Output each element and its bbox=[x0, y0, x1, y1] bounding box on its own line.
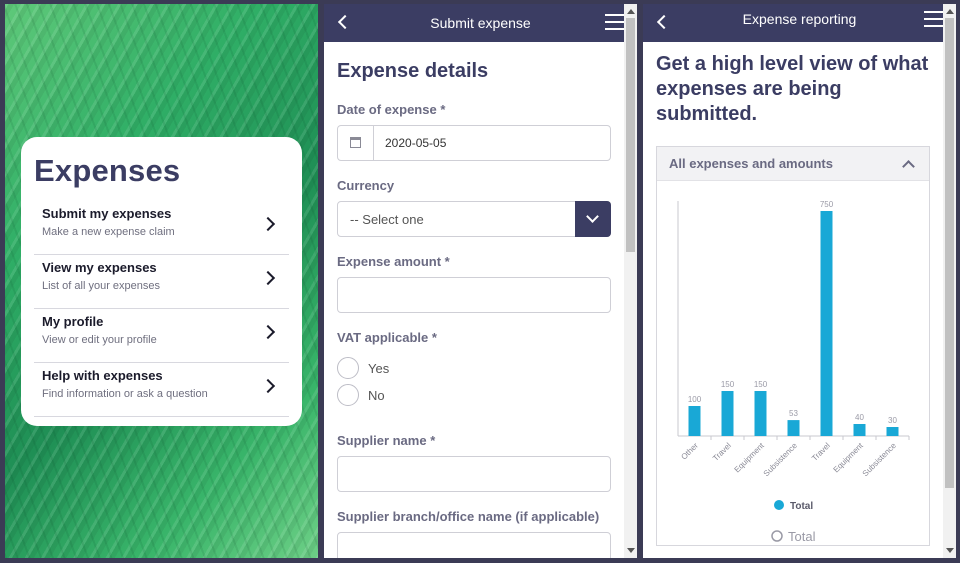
scroll-down-icon[interactable] bbox=[627, 548, 635, 553]
tick-label: Travel bbox=[810, 441, 832, 463]
screenshot-frame: Expenses Submit my expenses Make a new e… bbox=[0, 0, 960, 563]
data-label: 30 bbox=[888, 416, 897, 425]
amount-label: Expense amount * bbox=[337, 254, 450, 269]
bar bbox=[721, 391, 734, 436]
chart-panel-header[interactable]: All expenses and amounts bbox=[657, 147, 929, 181]
supplier-field[interactable] bbox=[337, 456, 611, 492]
header-title: Expense reporting bbox=[742, 11, 857, 27]
amount-field[interactable] bbox=[337, 277, 611, 313]
vat-no-label: No bbox=[368, 387, 385, 403]
data-label: 40 bbox=[855, 413, 864, 422]
report-heading: Get a high level view of what expenses a… bbox=[656, 53, 929, 125]
header-title: Submit expense bbox=[430, 15, 531, 31]
data-label: 750 bbox=[820, 200, 834, 209]
menu-item-subtitle: Find information or ask a question bbox=[42, 388, 208, 400]
bar bbox=[688, 406, 701, 436]
menu-item-title: My profile bbox=[42, 314, 104, 329]
menu-item-subtitle: View or edit your profile bbox=[42, 334, 157, 346]
header-bar: Expense reporting bbox=[643, 4, 956, 42]
chart-panel-title: All expenses and amounts bbox=[669, 156, 833, 171]
expense-form: Expense details Date of expense * 2020-0… bbox=[324, 42, 624, 558]
date-label: Date of expense * bbox=[337, 102, 446, 117]
tick-label: Travel bbox=[711, 441, 733, 463]
bar bbox=[787, 420, 800, 436]
tick-label: Equipment bbox=[733, 441, 767, 475]
scrollbar-thumb[interactable] bbox=[945, 18, 954, 488]
data-label: 53 bbox=[789, 409, 798, 418]
vat-yes-option[interactable]: Yes bbox=[337, 357, 611, 379]
scroll-up-icon[interactable] bbox=[627, 9, 635, 14]
scroll-up-icon[interactable] bbox=[946, 9, 954, 14]
legend-label: Total bbox=[790, 501, 813, 512]
vat-label: VAT applicable * bbox=[337, 330, 437, 345]
chart-panel: All expenses and amounts 100 Other 150 Trav… bbox=[656, 146, 930, 546]
scrollbar[interactable] bbox=[624, 4, 637, 558]
currency-dropdown-button[interactable] bbox=[575, 201, 611, 237]
vat-yes-radio[interactable] bbox=[337, 357, 359, 379]
menu-item-title: Submit my expenses bbox=[42, 206, 172, 221]
menu-item-subtitle: Make a new expense claim bbox=[42, 226, 175, 238]
menu-item-help[interactable]: Help with expenses Find information or a… bbox=[34, 363, 289, 417]
legend-dot bbox=[774, 500, 784, 510]
date-field[interactable]: 2020-05-05 bbox=[337, 125, 611, 161]
menu-item-view-expenses[interactable]: View my expenses List of all your expens… bbox=[34, 255, 289, 309]
currency-select[interactable]: -- Select one bbox=[337, 201, 611, 237]
chevron-up-icon[interactable] bbox=[902, 160, 915, 173]
form-heading: Expense details bbox=[337, 60, 489, 82]
data-label: 100 bbox=[688, 395, 702, 404]
tick-label: Subsistence bbox=[762, 441, 800, 479]
app-title: Expenses bbox=[34, 153, 181, 188]
data-label: 150 bbox=[754, 380, 768, 389]
branch-field[interactable] bbox=[337, 532, 611, 558]
date-value: 2020-05-05 bbox=[385, 136, 447, 150]
menu-item-title: Help with expenses bbox=[42, 368, 163, 383]
tick-label: Subsistence bbox=[861, 441, 899, 479]
bar bbox=[853, 424, 866, 436]
menu-item-title: View my expenses bbox=[42, 260, 157, 275]
calendar-icon bbox=[350, 137, 361, 148]
bar bbox=[820, 211, 833, 436]
menu-item-submit-expenses[interactable]: Submit my expenses Make a new expense cl… bbox=[34, 201, 289, 255]
bar bbox=[886, 427, 899, 436]
currency-selected-value: -- Select one bbox=[350, 212, 424, 227]
tick-label: Equipment bbox=[832, 441, 866, 475]
menu-item-subtitle: List of all your expenses bbox=[42, 280, 161, 292]
expense-reporting-screen: Expense reporting Get a high level view … bbox=[643, 4, 956, 558]
data-label: 150 bbox=[721, 380, 735, 389]
expenses-menu-card: Expenses Submit my expenses Make a new e… bbox=[21, 137, 302, 426]
menu-item-my-profile[interactable]: My profile View or edit your profile bbox=[34, 309, 289, 363]
scrollbar[interactable] bbox=[943, 4, 956, 558]
scrollbar-thumb[interactable] bbox=[626, 18, 635, 252]
submit-expense-screen: Submit expense Expense details Date of e… bbox=[324, 4, 637, 558]
header-bar: Submit expense bbox=[324, 4, 637, 42]
scroll-down-icon[interactable] bbox=[946, 548, 954, 553]
date-icon-box bbox=[338, 126, 374, 160]
report-content: Get a high level view of what expenses a… bbox=[643, 42, 943, 558]
vat-no-radio[interactable] bbox=[337, 384, 359, 406]
expenses-bar-chart: 100 Other 150 Travel 150 Equipment 53 Subsisten… bbox=[677, 200, 910, 544]
dashboard-icon bbox=[771, 530, 783, 542]
tick-label: Other bbox=[679, 441, 700, 462]
chevron-down-icon bbox=[586, 210, 599, 223]
expenses-home-screen: Expenses Submit my expenses Make a new e… bbox=[5, 4, 318, 558]
vat-no-option[interactable]: No bbox=[337, 384, 611, 406]
currency-label: Currency bbox=[337, 178, 395, 193]
bar bbox=[754, 391, 767, 436]
vat-yes-label: Yes bbox=[368, 360, 390, 376]
branch-label: Supplier branch/office name (if applicab… bbox=[337, 509, 600, 524]
supplier-label: Supplier name * bbox=[337, 433, 436, 448]
total-label: Total bbox=[788, 529, 816, 544]
